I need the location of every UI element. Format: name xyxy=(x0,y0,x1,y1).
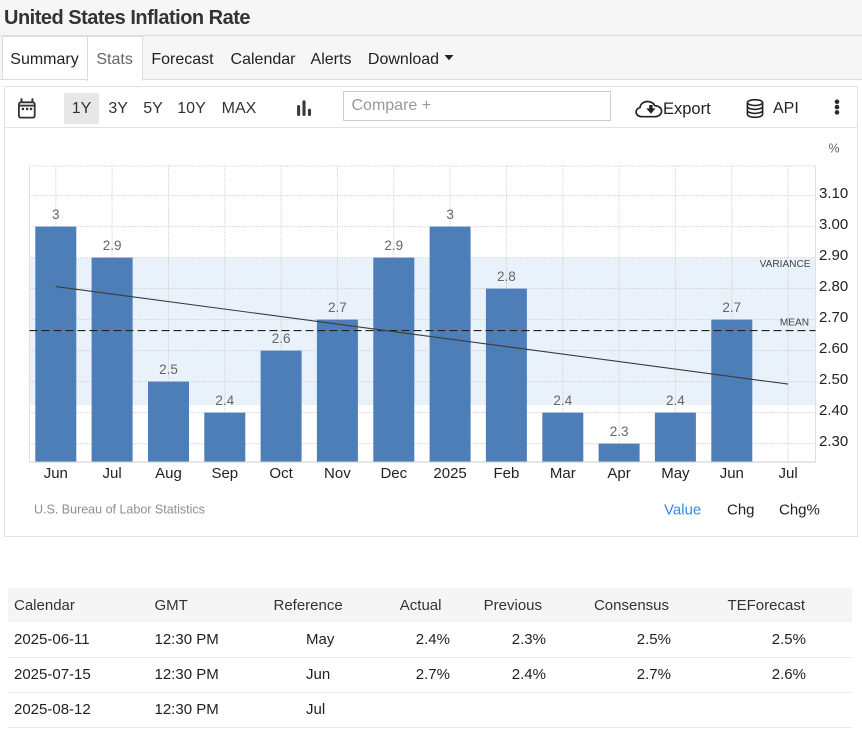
svg-text:Apr: Apr xyxy=(607,465,630,482)
svg-text:2.70: 2.70 xyxy=(819,309,848,326)
svg-text:Chg: Chg xyxy=(727,502,755,519)
svg-text:2.7: 2.7 xyxy=(722,300,741,315)
svg-text:2.4: 2.4 xyxy=(553,393,572,408)
svg-text:VARIANCE: VARIANCE xyxy=(760,259,811,270)
svg-text:Value: Value xyxy=(664,502,701,519)
svg-text:2.90: 2.90 xyxy=(819,247,848,264)
svg-text:2.8: 2.8 xyxy=(497,269,516,284)
svg-text:%: % xyxy=(829,141,840,155)
svg-text:2.4: 2.4 xyxy=(666,393,685,408)
svg-text:2.9: 2.9 xyxy=(384,238,403,253)
svg-text:U.S. Bureau of Labor Statistic: U.S. Bureau of Labor Statistics xyxy=(34,503,205,517)
svg-text:Dec: Dec xyxy=(380,465,407,482)
svg-text:2.4: 2.4 xyxy=(215,393,234,408)
svg-text:Sep: Sep xyxy=(211,465,238,482)
svg-text:2.7: 2.7 xyxy=(328,300,347,315)
svg-text:3: 3 xyxy=(446,207,454,222)
svg-text:Chg%: Chg% xyxy=(779,502,820,519)
svg-text:2.80: 2.80 xyxy=(819,278,848,295)
svg-text:Jul: Jul xyxy=(779,465,798,482)
svg-text:2.5: 2.5 xyxy=(159,362,178,377)
svg-text:3: 3 xyxy=(52,207,60,222)
svg-text:2.6: 2.6 xyxy=(272,331,291,346)
svg-text:3.10: 3.10 xyxy=(819,185,848,202)
svg-text:Jul: Jul xyxy=(103,465,122,482)
svg-text:Jun: Jun xyxy=(720,465,744,482)
svg-text:2.60: 2.60 xyxy=(819,340,848,357)
svg-text:MEAN: MEAN xyxy=(780,317,809,328)
svg-text:2.9: 2.9 xyxy=(103,238,122,253)
svg-text:3.00: 3.00 xyxy=(819,216,848,233)
svg-text:2025: 2025 xyxy=(433,465,466,482)
svg-text:Feb: Feb xyxy=(493,465,519,482)
svg-text:Aug: Aug xyxy=(155,465,182,482)
svg-text:2.50: 2.50 xyxy=(819,371,848,388)
svg-text:Oct: Oct xyxy=(269,465,293,482)
svg-text:Jun: Jun xyxy=(44,465,68,482)
svg-text:May: May xyxy=(661,465,690,482)
svg-text:2.30: 2.30 xyxy=(819,433,848,450)
svg-text:Mar: Mar xyxy=(550,465,576,482)
svg-text:2.40: 2.40 xyxy=(819,402,848,419)
svg-text:Nov: Nov xyxy=(324,465,351,482)
svg-text:2.3: 2.3 xyxy=(610,424,629,439)
